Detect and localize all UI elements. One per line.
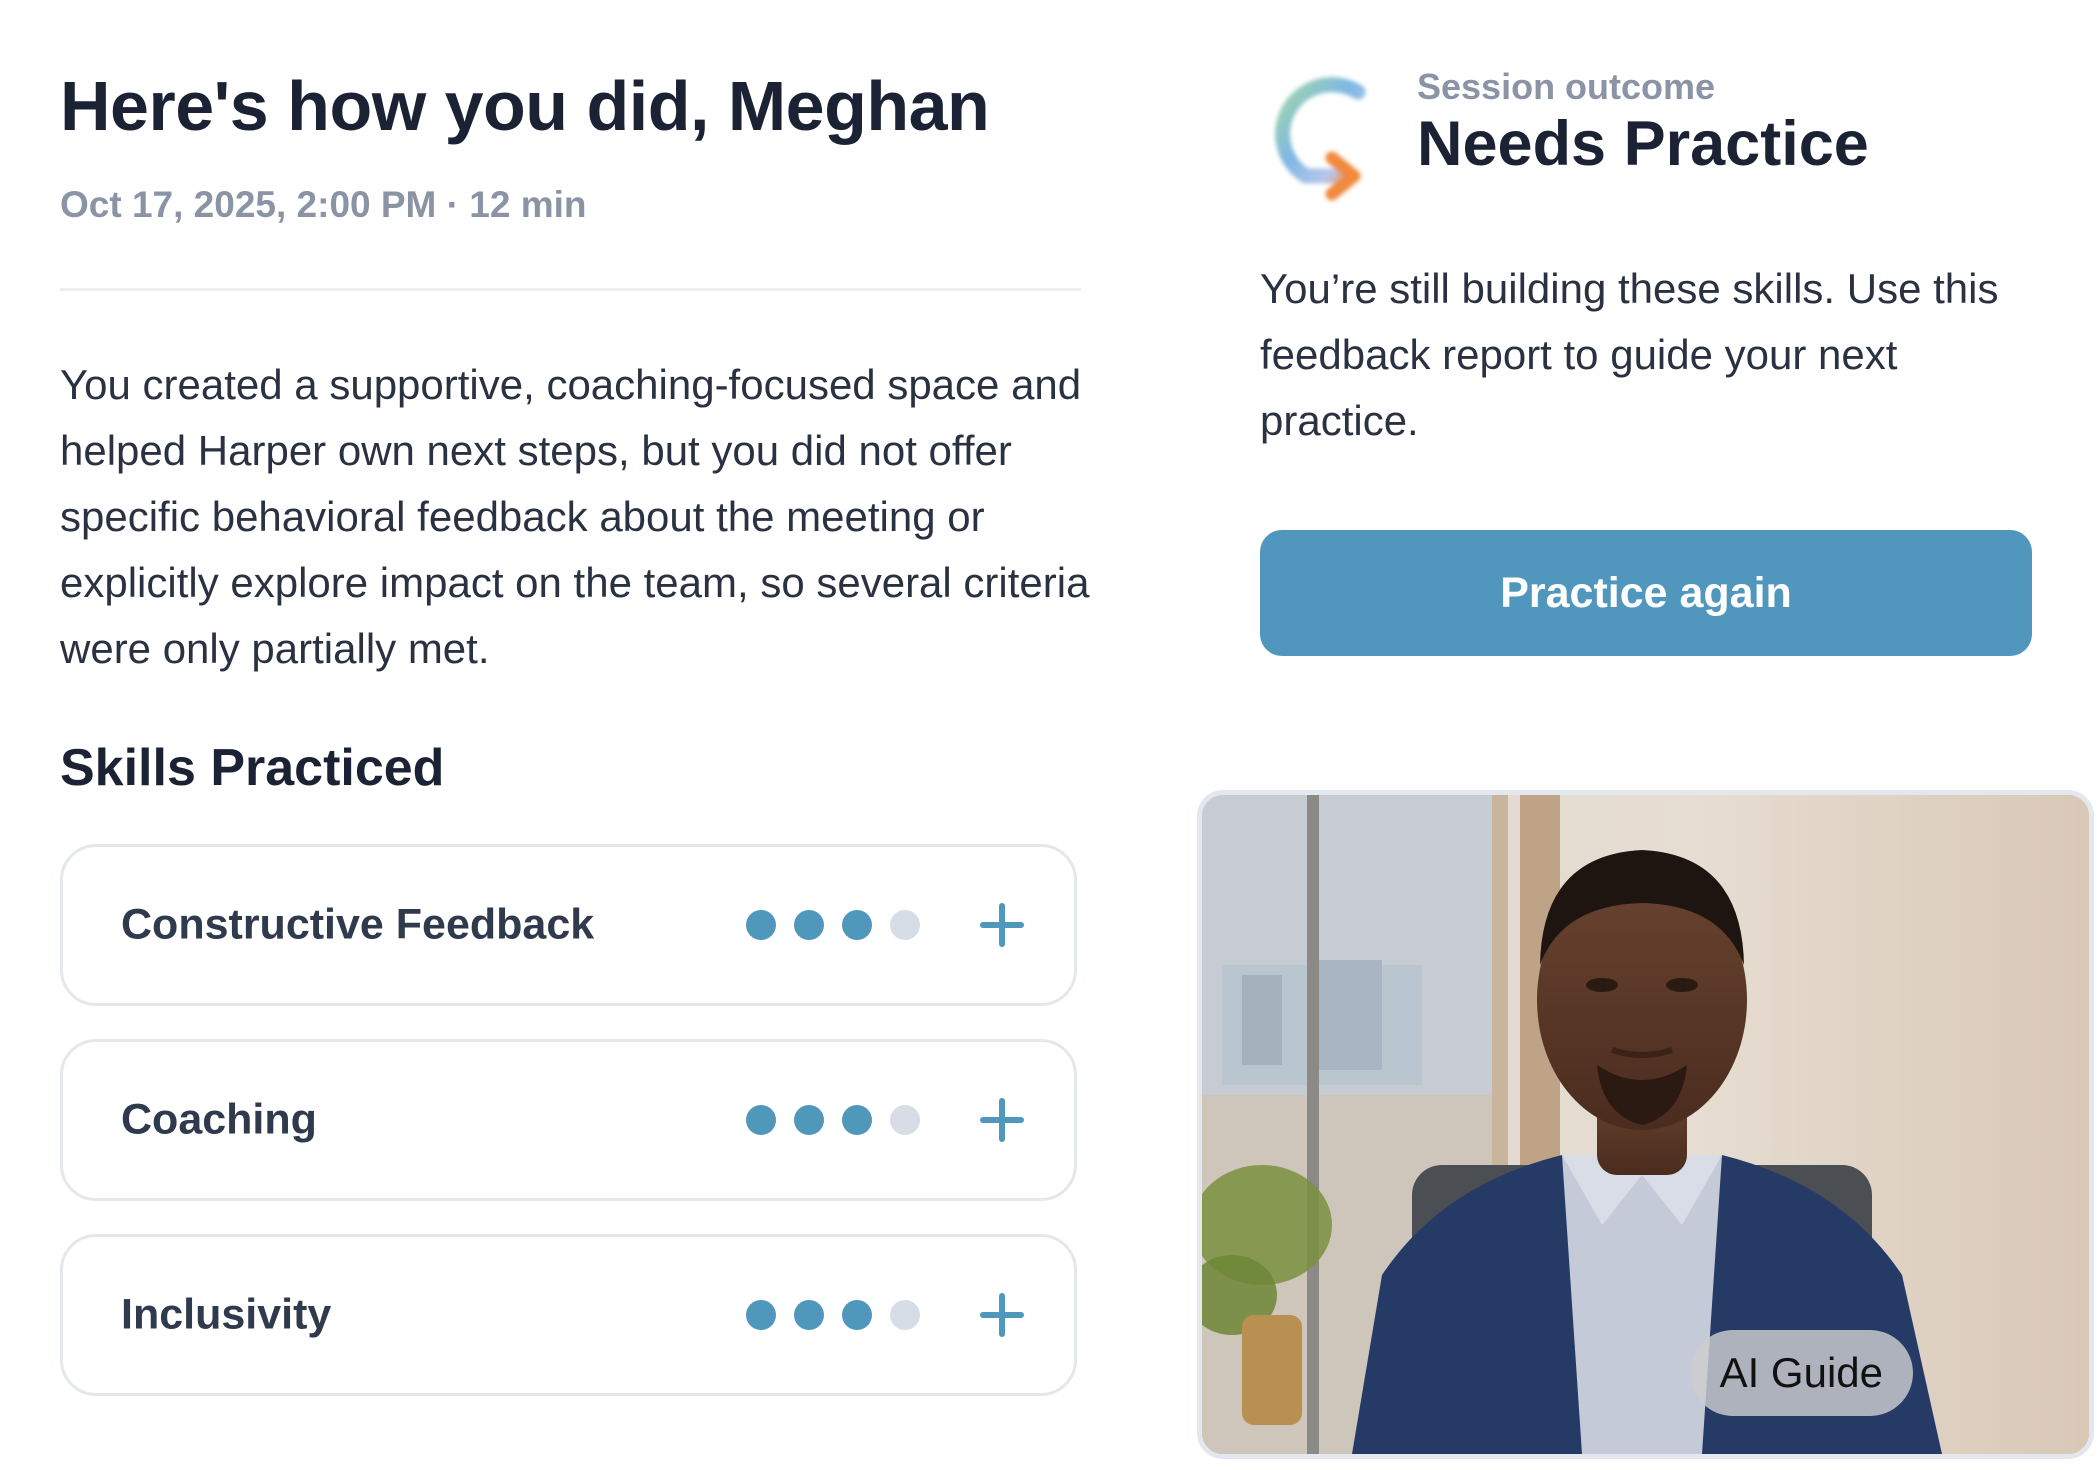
skill-card-inclusivity[interactable]: Inclusivity	[60, 1234, 1077, 1396]
rating-dot-filled	[842, 1105, 872, 1135]
ai-guide-badge: AI Guide	[1689, 1330, 1913, 1416]
session-summary: You created a supportive, coaching-focus…	[60, 361, 1090, 672]
rating-dot-filled	[746, 1105, 776, 1135]
skill-label: Inclusivity	[121, 1290, 332, 1339]
skill-label: Constructive Feedback	[121, 900, 595, 949]
expand-plus-icon[interactable]	[978, 901, 1026, 949]
expand-plus-icon[interactable]	[978, 1291, 1026, 1339]
expand-plus-icon[interactable]	[978, 1096, 1026, 1144]
page-title: Here's how you did, Meghan	[60, 67, 990, 145]
circular-arrow-icon	[1246, 54, 1386, 204]
ai-guide-video[interactable]: AI Guide	[1197, 790, 2094, 1459]
skill-label: Coaching	[121, 1095, 317, 1144]
practice-again-button[interactable]: Practice again	[1260, 530, 2032, 656]
skills-heading: Skills Practiced	[60, 739, 445, 797]
rating-dot-empty	[890, 1105, 920, 1135]
outcome-description: You’re still building these skills. Use …	[1260, 265, 1999, 444]
rating-dot-filled	[794, 1105, 824, 1135]
rating-dot-filled	[794, 910, 824, 940]
session-meta: Oct 17, 2025, 2:00 PM · 12 min	[60, 184, 587, 225]
skill-rating	[746, 910, 920, 940]
skill-rating	[746, 1300, 920, 1330]
rating-dot-empty	[890, 1300, 920, 1330]
rating-dot-filled	[842, 910, 872, 940]
outcome-value: Needs Practice	[1417, 109, 1869, 179]
outcome-label: Session outcome	[1417, 66, 1716, 107]
divider	[60, 288, 1081, 291]
avatar-scene	[1202, 795, 2089, 1454]
rating-dot-filled	[842, 1300, 872, 1330]
rating-dot-filled	[746, 1300, 776, 1330]
skill-rating	[746, 1105, 920, 1135]
rating-dot-filled	[794, 1300, 824, 1330]
skill-card-constructive-feedback[interactable]: Constructive Feedback	[60, 844, 1077, 1006]
rating-dot-empty	[890, 910, 920, 940]
rating-dot-filled	[746, 910, 776, 940]
skill-card-coaching[interactable]: Coaching	[60, 1039, 1077, 1201]
